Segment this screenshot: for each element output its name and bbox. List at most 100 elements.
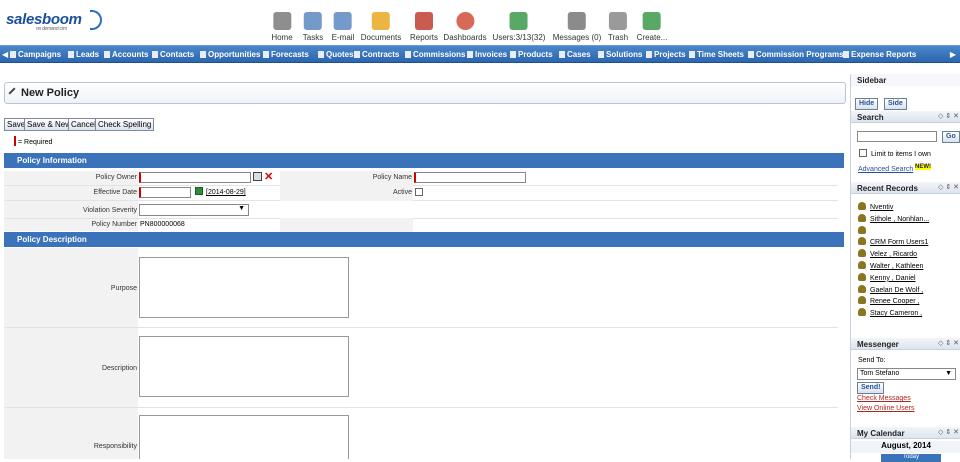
toolbar-trash[interactable]: Trash (608, 12, 628, 42)
contact-icon (858, 202, 866, 210)
advanced-search-link[interactable]: Advanced Search (858, 166, 913, 173)
toolbar-email[interactable]: E-mail (332, 12, 354, 42)
panel-controls-icon[interactable]: ◇ ⇕ ✕ (938, 183, 959, 191)
nav-commissions[interactable]: Commissions (405, 50, 465, 59)
violation-severity-select[interactable]: ▼ (139, 204, 249, 216)
nav-leads[interactable]: Leads (68, 50, 99, 59)
reports-icon (414, 12, 433, 30)
recent-record-item[interactable]: Sithole , Nonhlan... (858, 213, 929, 223)
toolbar-messages[interactable]: Messages (0) (553, 12, 601, 42)
policy-owner-input[interactable] (139, 172, 251, 183)
side-button[interactable]: Side (884, 98, 907, 110)
calendar-icon[interactable] (195, 187, 203, 195)
save-new-button[interactable]: Save & New (24, 118, 75, 131)
limit-checkbox[interactable] (859, 149, 867, 157)
nav-campaigns[interactable]: Campaigns (10, 50, 61, 59)
contact-icon (858, 213, 866, 222)
recent-record-item[interactable]: Kenny , Daniel (858, 272, 916, 282)
policy-number-value: PN800000068 (140, 221, 185, 228)
contact-icon (858, 225, 866, 234)
send-button[interactable]: Send! (857, 382, 885, 394)
toolbar-create[interactable]: Create... (637, 12, 667, 42)
recent-record-item[interactable] (858, 225, 870, 235)
toolbar-reports[interactable]: Reports (410, 12, 438, 42)
required-legend: = Required (14, 136, 52, 146)
nav-accounts[interactable]: Accounts (104, 50, 148, 59)
responsibility-textarea[interactable] (139, 415, 349, 459)
calendar-today[interactable]: Today (881, 454, 941, 462)
nav-commission-programs[interactable]: Commission Programs (748, 50, 844, 59)
nav-cases[interactable]: Cases (559, 50, 591, 59)
contact-icon (858, 261, 866, 269)
nav-scroll-right-icon[interactable]: ▶ (950, 50, 956, 59)
nav-scroll-left-icon[interactable]: ◀ (2, 50, 8, 59)
nav-icon (405, 51, 411, 58)
violation-severity-label: Violation Severity (83, 207, 137, 214)
nav-icon (354, 51, 360, 58)
hide-button[interactable]: Hide (855, 98, 879, 110)
recent-record-item[interactable]: Stacy Cameron , (858, 308, 922, 317)
recent-record-item[interactable]: Velez , Ricardo (858, 249, 917, 258)
recent-record-item[interactable]: Walter , Kathleen (858, 261, 923, 270)
create-icon (643, 12, 661, 30)
calendar-header: My Calendar ◇ ⇕ ✕ (851, 427, 960, 439)
nav-contacts[interactable]: Contacts (152, 50, 194, 59)
policy-number-label: Policy Number (91, 221, 137, 228)
clear-icon[interactable]: ✕ (264, 170, 273, 183)
toolbar-tasks[interactable]: Tasks (303, 12, 323, 42)
policy-owner-label: Policy Owner (95, 174, 137, 181)
active-checkbox[interactable] (415, 188, 423, 196)
chevron-down-icon: ▼ (945, 370, 952, 377)
toolbar-dashboard[interactable]: Dashboards (443, 12, 487, 42)
section-policy-information: Policy Information (4, 153, 844, 168)
policy-name-input[interactable] (414, 172, 526, 183)
recent-record-item[interactable]: Gaelan De Wolf , (858, 284, 923, 294)
nav-opportunities[interactable]: Opportunities (200, 50, 260, 59)
panel-controls-icon[interactable]: ◇ ⇕ ✕ (938, 339, 959, 347)
nav-icon (200, 51, 206, 58)
purpose-label: Purpose (110, 285, 137, 292)
recent-record-item[interactable]: Nventiv (858, 202, 893, 211)
policy-name-label: Policy Name (372, 174, 412, 181)
nav-icon (689, 51, 695, 58)
nav-icon (598, 51, 604, 58)
today-date-link[interactable]: [2014-08-29] (206, 189, 246, 196)
nav-quotes[interactable]: Quotes (318, 50, 354, 59)
sidebar-search-input[interactable] (857, 131, 937, 142)
toolbar-home[interactable]: Home (271, 12, 293, 42)
contact-icon (858, 249, 866, 258)
nav-expense-reports[interactable]: Expense Reports (843, 50, 916, 59)
salesboom-logo[interactable]: salesboom on demand crm (6, 10, 102, 32)
sidebar-title: Sidebar (851, 74, 960, 86)
nav-icon (748, 51, 754, 58)
users-icon (509, 12, 528, 30)
nav-time-sheets[interactable]: Time Sheets (689, 50, 744, 59)
recipient-select[interactable]: Tom Stefano ▼ (857, 368, 956, 380)
sidebar: Sidebar Hide Side Search ◇ ⇕ ✕ Go Limit t… (850, 74, 960, 462)
check-messages-link[interactable]: Check Messages (857, 395, 911, 402)
recent-record-item[interactable]: Renee Cooper , (858, 296, 919, 305)
panel-controls-icon[interactable]: ◇ ⇕ ✕ (938, 112, 959, 120)
home-icon (273, 12, 291, 30)
description-textarea[interactable] (139, 336, 349, 397)
go-button[interactable]: Go (942, 131, 960, 143)
check-spelling-button[interactable]: Check Spelling (95, 118, 155, 131)
lookup-icon[interactable] (253, 172, 262, 181)
nav-contracts[interactable]: Contracts (354, 50, 399, 59)
view-online-users-link[interactable]: View Online Users (857, 405, 914, 412)
nav-products[interactable]: Products (510, 50, 553, 59)
panel-controls-icon[interactable]: ◇ ⇕ ✕ (938, 428, 959, 436)
nav-solutions[interactable]: Solutions (598, 50, 642, 59)
purpose-textarea[interactable] (139, 257, 349, 318)
toolbar-users[interactable]: Users:3/13(32) (493, 12, 545, 42)
effective-date-input[interactable] (139, 187, 191, 198)
chevron-down-icon: ▼ (238, 205, 245, 212)
pencil-icon (8, 87, 16, 95)
nav-icon (646, 51, 652, 58)
nav-projects[interactable]: Projects (646, 50, 686, 59)
contact-icon (858, 237, 866, 246)
nav-forecasts[interactable]: Forecasts (263, 50, 309, 59)
nav-invoices[interactable]: Invoices (467, 50, 507, 59)
recent-record-item[interactable]: CRM Form Users1 (858, 237, 928, 246)
toolbar-folder[interactable]: Documents (361, 12, 401, 42)
